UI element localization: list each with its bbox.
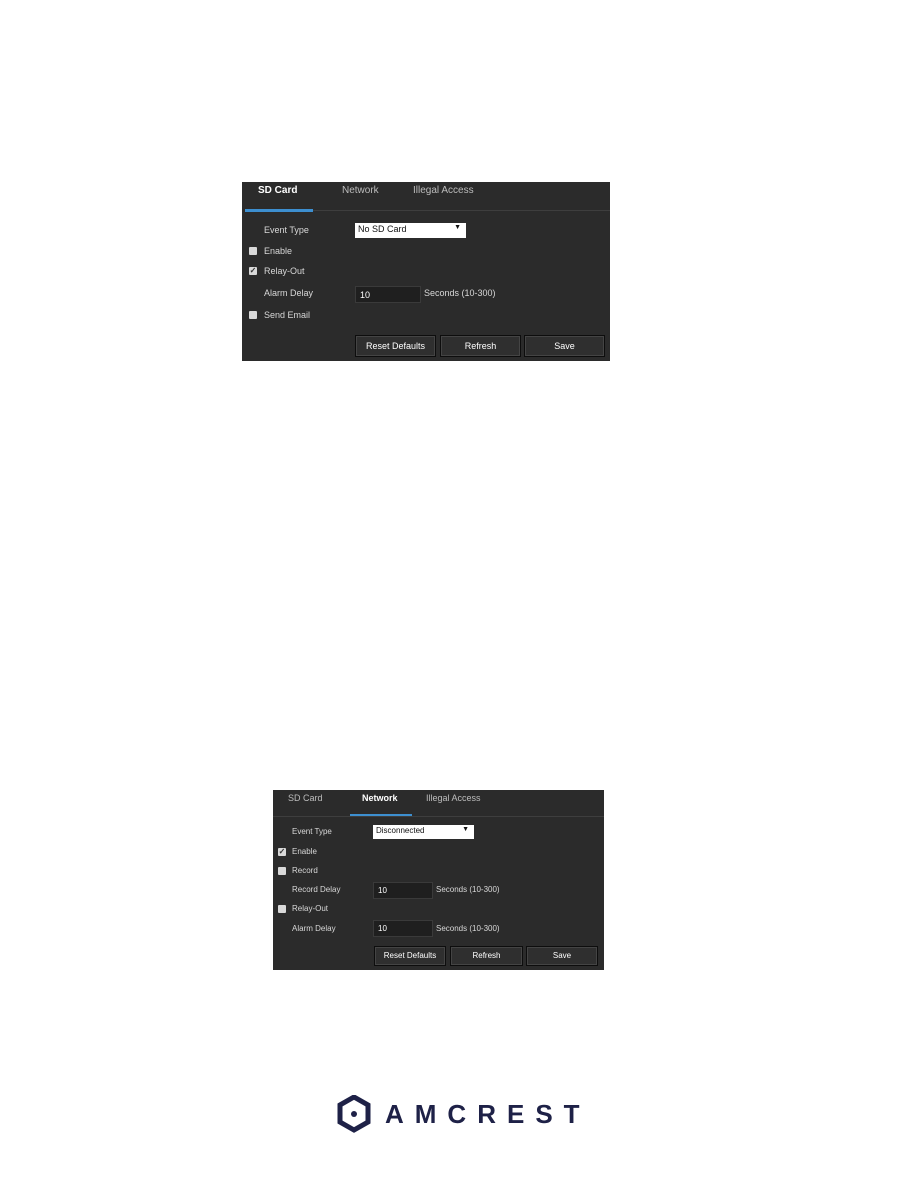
amcrest-hexagon-icon	[337, 1095, 371, 1133]
network-settings-panel: SD Card Network Illegal Access Event Typ…	[273, 790, 604, 970]
record-checkbox[interactable]	[278, 867, 286, 875]
relay-out-checkbox[interactable]	[278, 905, 286, 913]
relay-out-checkbox[interactable]: ✓	[249, 267, 257, 275]
alarm-delay-unit: Seconds (10-300)	[436, 924, 500, 933]
tab-sd-card[interactable]: SD Card	[258, 185, 297, 196]
alarm-delay-input[interactable]: 10	[355, 286, 421, 303]
record-delay-label: Record Delay	[292, 885, 341, 894]
relay-out-label: Relay-Out	[292, 904, 329, 913]
tab-sd-card[interactable]: SD Card	[288, 793, 323, 803]
send-email-label: Send Email	[264, 310, 311, 320]
event-type-select[interactable]: No SD Card ▼	[355, 223, 466, 238]
event-type-value: No SD Card	[358, 224, 407, 234]
tab-network[interactable]: Network	[362, 793, 398, 803]
refresh-button[interactable]: Refresh	[440, 335, 521, 357]
record-delay-unit: Seconds (10-300)	[436, 885, 500, 894]
record-delay-input[interactable]: 10	[373, 882, 433, 899]
enable-label: Enable	[264, 246, 293, 256]
dropdown-arrow-icon: ▼	[454, 224, 461, 231]
alarm-delay-label: Alarm Delay	[264, 288, 314, 298]
refresh-button[interactable]: Refresh	[450, 946, 523, 966]
active-tab-indicator	[245, 209, 313, 212]
active-tab-indicator	[350, 814, 412, 816]
alarm-delay-unit: Seconds (10-300)	[424, 288, 496, 298]
tab-divider	[273, 816, 604, 817]
alarm-delay-label: Alarm Delay	[292, 924, 336, 933]
enable-checkbox[interactable]: ✓	[278, 848, 286, 856]
send-email-checkbox[interactable]	[249, 311, 257, 319]
brand-name: AMCREST	[385, 1098, 591, 1129]
event-type-value: Disconnected	[376, 826, 425, 835]
save-button[interactable]: Save	[526, 946, 598, 966]
event-type-label: Event Type	[264, 225, 309, 235]
enable-label: Enable	[292, 847, 317, 856]
tab-illegal-access[interactable]: Illegal Access	[426, 793, 481, 803]
reset-defaults-button[interactable]: Reset Defaults	[374, 946, 446, 966]
amcrest-logo: AMCREST	[337, 1095, 591, 1133]
relay-out-label: Relay-Out	[264, 266, 305, 276]
alarm-delay-input[interactable]: 10	[373, 920, 433, 937]
event-type-label: Event Type	[292, 827, 332, 836]
event-type-select[interactable]: Disconnected ▼	[373, 825, 474, 839]
sd-card-settings-panel: SD Card Network Illegal Access Event Typ…	[242, 182, 610, 361]
record-label: Record	[292, 866, 318, 875]
tab-illegal-access[interactable]: Illegal Access	[413, 185, 474, 196]
dropdown-arrow-icon: ▼	[462, 826, 469, 833]
save-button[interactable]: Save	[524, 335, 605, 357]
reset-defaults-button[interactable]: Reset Defaults	[355, 335, 436, 357]
enable-checkbox[interactable]	[249, 247, 257, 255]
tab-network[interactable]: Network	[342, 185, 379, 196]
